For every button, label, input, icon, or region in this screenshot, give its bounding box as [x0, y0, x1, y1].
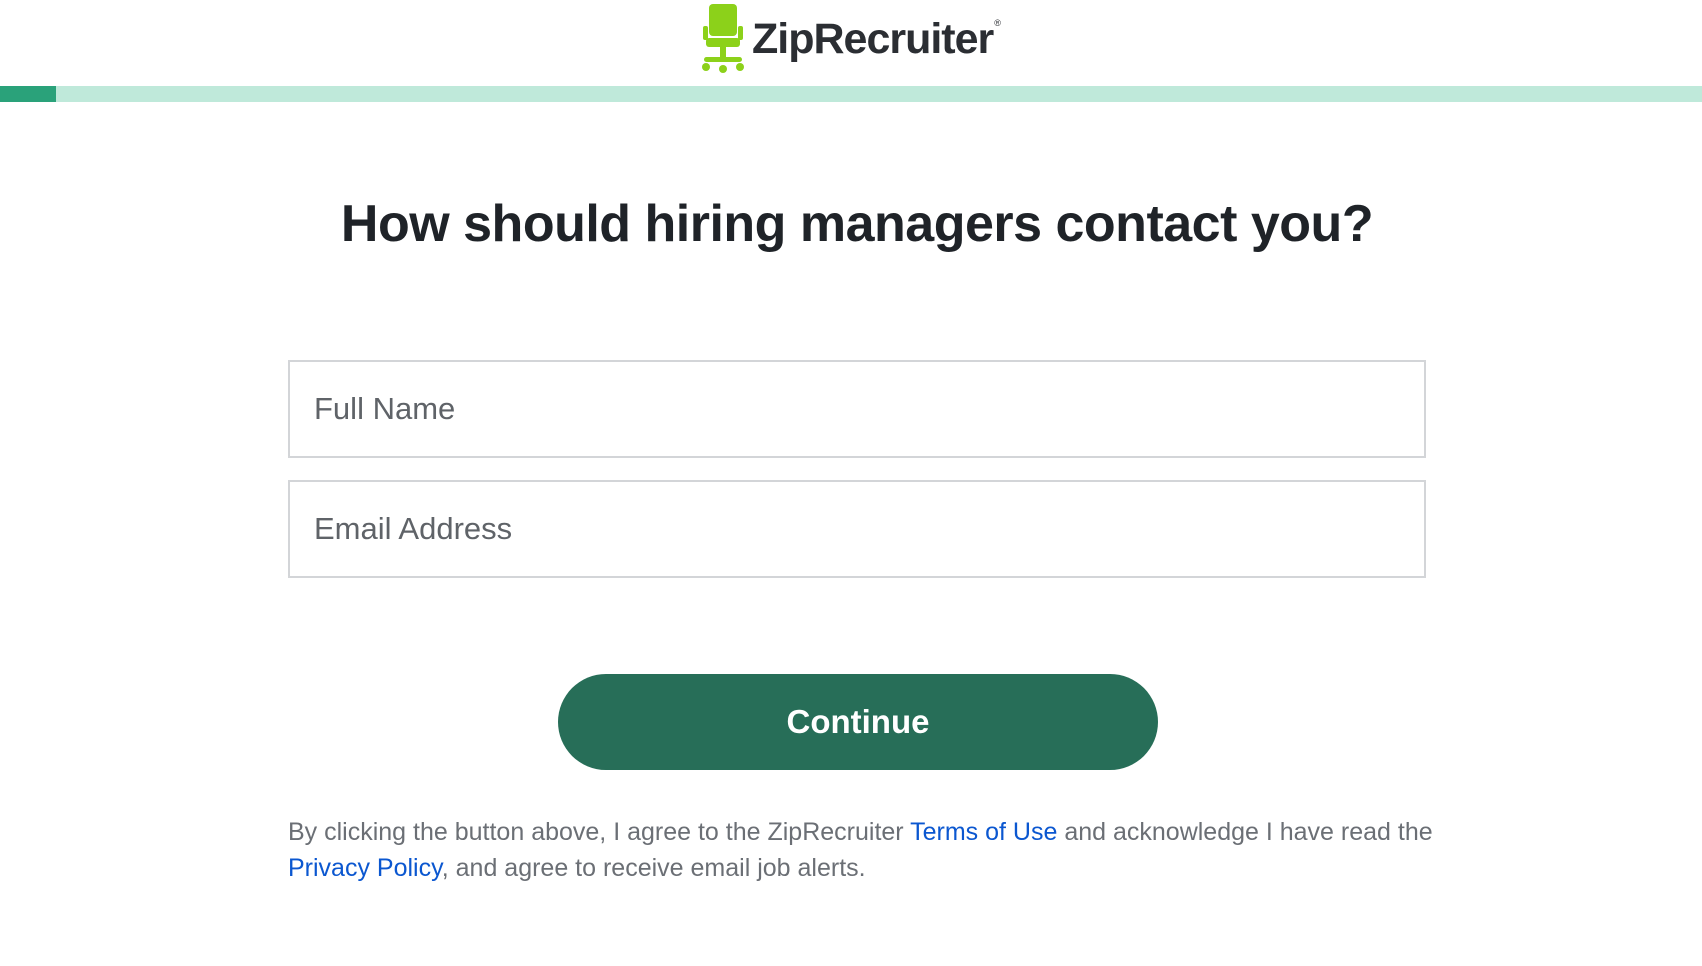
logo-wordmark: ZipRecruiter — [752, 14, 994, 63]
legal-text-part2: and acknowledge I have read the — [1057, 818, 1433, 846]
legal-text-part3: , and agree to receive email job alerts. — [441, 854, 866, 882]
chair-icon — [702, 4, 744, 73]
ziprecruiter-logo[interactable]: ZipRecruiter ® — [700, 2, 1001, 74]
top-header: ZipRecruiter ® — [0, 0, 1702, 86]
registered-mark: ® — [994, 18, 1001, 28]
legal-text-part1: By clicking the button above, I agree to… — [288, 818, 911, 846]
terms-of-use-link[interactable]: Terms of Use — [910, 818, 1057, 846]
email-input[interactable] — [290, 482, 1424, 576]
privacy-policy-link[interactable]: Privacy Policy — [288, 854, 442, 882]
full-name-input[interactable] — [290, 362, 1424, 456]
legal-disclaimer: By clicking the button above, I agree to… — [288, 814, 1438, 886]
page-title: How should hiring managers contact you? — [340, 195, 1374, 253]
progress-bar — [0, 86, 1702, 102]
email-field[interactable] — [288, 480, 1426, 578]
progress-bar-fill — [0, 86, 56, 102]
continue-button[interactable]: Continue — [558, 674, 1158, 770]
full-name-field[interactable] — [288, 360, 1426, 458]
